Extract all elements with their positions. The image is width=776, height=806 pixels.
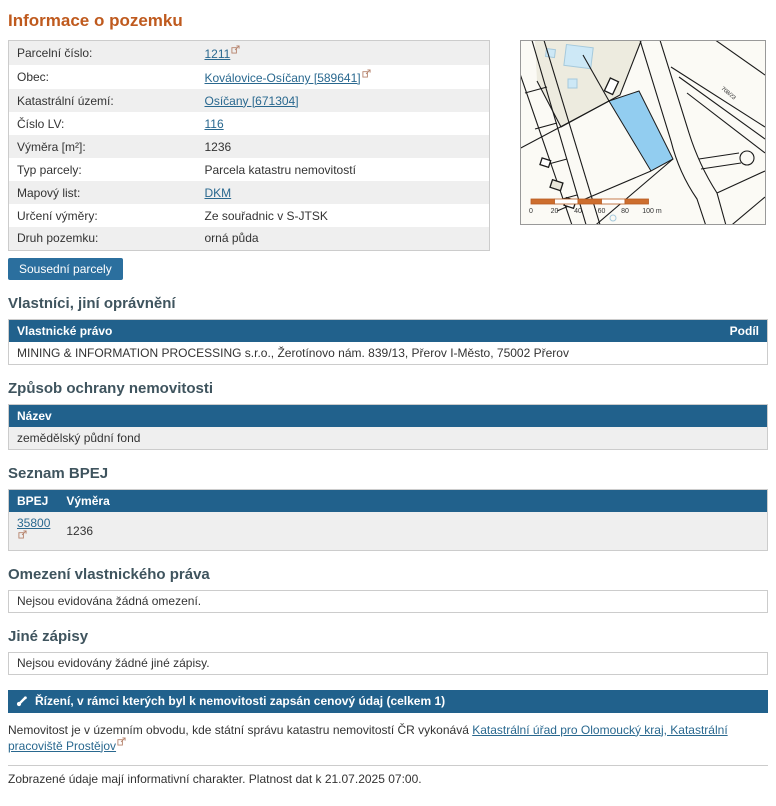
parcel-info-page: Informace o pozemku Parcelní číslo: 1211… (0, 0, 776, 806)
owners-col-share: Podíl (711, 319, 768, 342)
row-label: Obec: (9, 65, 197, 89)
owners-col-right: Vlastnické právo (9, 319, 711, 342)
svg-text:60: 60 (598, 208, 606, 215)
price-proceedings-accordion[interactable]: Řízení, v rámci kterých byl k nemovitost… (8, 690, 768, 713)
row-value: Ze souřadnic v S-JTSK (197, 204, 490, 227)
table-row: Obec: Koválovice-Osíčany [589641] (9, 65, 490, 89)
svg-text:40: 40 (574, 208, 582, 215)
validity-note: Zobrazené údaje mají informativní charak… (8, 772, 768, 786)
table-row: Druh pozemku: orná půda (9, 227, 490, 250)
external-link-icon (18, 530, 27, 539)
protection-table: Název zemědělský půdní fond (8, 404, 768, 450)
bpej-col-code: BPEJ (9, 489, 59, 512)
external-link-icon (231, 45, 240, 54)
parcel-number-link[interactable]: 1211 (205, 47, 231, 61)
map-sheet-link[interactable]: DKM (205, 186, 232, 200)
table-row: zemědělský půdní fond (9, 427, 768, 450)
cadastral-territory-link[interactable]: Osíčany [671304] (205, 94, 299, 108)
owner-share (711, 342, 768, 365)
row-value: 1236 (197, 135, 490, 158)
bpej-code-cell: 35800 (9, 512, 59, 551)
row-label: Mapový list: (9, 181, 197, 204)
row-label: Číslo LV: (9, 112, 197, 135)
protection-col-name: Název (9, 404, 768, 427)
lv-number-link[interactable]: 116 (205, 117, 224, 131)
svg-text:100 m: 100 m (642, 208, 662, 215)
link-icon (16, 695, 28, 707)
protection-heading: Způsob ochrany nemovitosti (8, 380, 768, 397)
cadastral-map-svg: 708/23 0 20 40 60 80 100 m (521, 41, 765, 224)
bpej-link[interactable]: 35800 (17, 516, 50, 530)
other-entries-empty-box: Nejsou evidovány žádné jiné zápisy. (8, 652, 768, 675)
table-row: Mapový list: DKM (9, 181, 490, 204)
row-value: orná půda (197, 227, 490, 250)
row-value: 1211 (197, 41, 490, 66)
row-label: Výměra [m²]: (9, 135, 197, 158)
parcel-info-table: Parcelní číslo: 1211 Obec: Koválovice-Os… (8, 40, 490, 251)
row-value: DKM (197, 181, 490, 204)
svg-text:0: 0 (529, 208, 533, 215)
restrictions-empty-box: Nejsou evidována žádná omezení. (8, 590, 768, 613)
neighbor-parcels-button[interactable]: Sousední parcely (8, 258, 123, 280)
row-value: Koválovice-Osíčany [589641] (197, 65, 490, 89)
bpej-table: BPEJ Výměra 35800 1236 (8, 489, 768, 551)
other-entries-heading: Jiné zápisy (8, 628, 768, 645)
protection-value: zemědělský půdní fond (9, 427, 768, 450)
municipality-link[interactable]: Koválovice-Osíčany [589641] (205, 71, 361, 85)
table-row: Výměra [m²]: 1236 (9, 135, 490, 158)
row-value: Parcela katastru nemovitostí (197, 158, 490, 181)
owners-table: Vlastnické právo Podíl MINING & INFORMAT… (8, 319, 768, 365)
row-label: Parcelní číslo: (9, 41, 197, 66)
restrictions-empty-text: Nejsou evidována žádná omezení. (17, 594, 201, 608)
table-row: Typ parcely: Parcela katastru nemovitost… (9, 158, 490, 181)
row-label: Určení výměry: (9, 204, 197, 227)
row-label: Typ parcely: (9, 158, 197, 181)
footer-divider (8, 765, 768, 766)
owner-name: MINING & INFORMATION PROCESSING s.r.o., … (9, 342, 711, 365)
top-section: Parcelní číslo: 1211 Obec: Koválovice-Os… (8, 40, 768, 251)
cadastral-map-thumbnail[interactable]: 708/23 0 20 40 60 80 100 m (520, 40, 766, 225)
external-link-icon (117, 737, 126, 746)
table-row: 35800 1236 (9, 512, 768, 551)
restrictions-heading: Omezení vlastnického práva (8, 566, 768, 583)
external-link-icon (362, 69, 371, 78)
accordion-label: Řízení, v rámci kterých byl k nemovitost… (35, 694, 445, 708)
table-row: Katastrální území: Osíčany [671304] (9, 89, 490, 112)
jurisdiction-prefix: Nemovitost je v územním obvodu, kde stát… (8, 723, 472, 737)
row-label: Druh pozemku: (9, 227, 197, 250)
table-row: Číslo LV: 116 (9, 112, 490, 135)
svg-text:80: 80 (621, 208, 629, 215)
bpej-col-area: Výměra (58, 489, 767, 512)
row-value: 116 (197, 112, 490, 135)
table-row: Parcelní číslo: 1211 (9, 41, 490, 66)
other-entries-empty-text: Nejsou evidovány žádné jiné zápisy. (17, 656, 210, 670)
bpej-heading: Seznam BPEJ (8, 465, 768, 482)
table-row: MINING & INFORMATION PROCESSING s.r.o., … (9, 342, 768, 365)
owners-heading: Vlastníci, jiní oprávnění (8, 295, 768, 312)
table-row: Určení výměry: Ze souřadnic v S-JTSK (9, 204, 490, 227)
bpej-area-cell: 1236 (58, 512, 767, 551)
row-value: Osíčany [671304] (197, 89, 490, 112)
svg-text:20: 20 (551, 208, 559, 215)
jurisdiction-note: Nemovitost je v územním obvodu, kde stát… (8, 723, 768, 753)
row-label: Katastrální území: (9, 89, 197, 112)
page-title: Informace o pozemku (8, 11, 768, 31)
